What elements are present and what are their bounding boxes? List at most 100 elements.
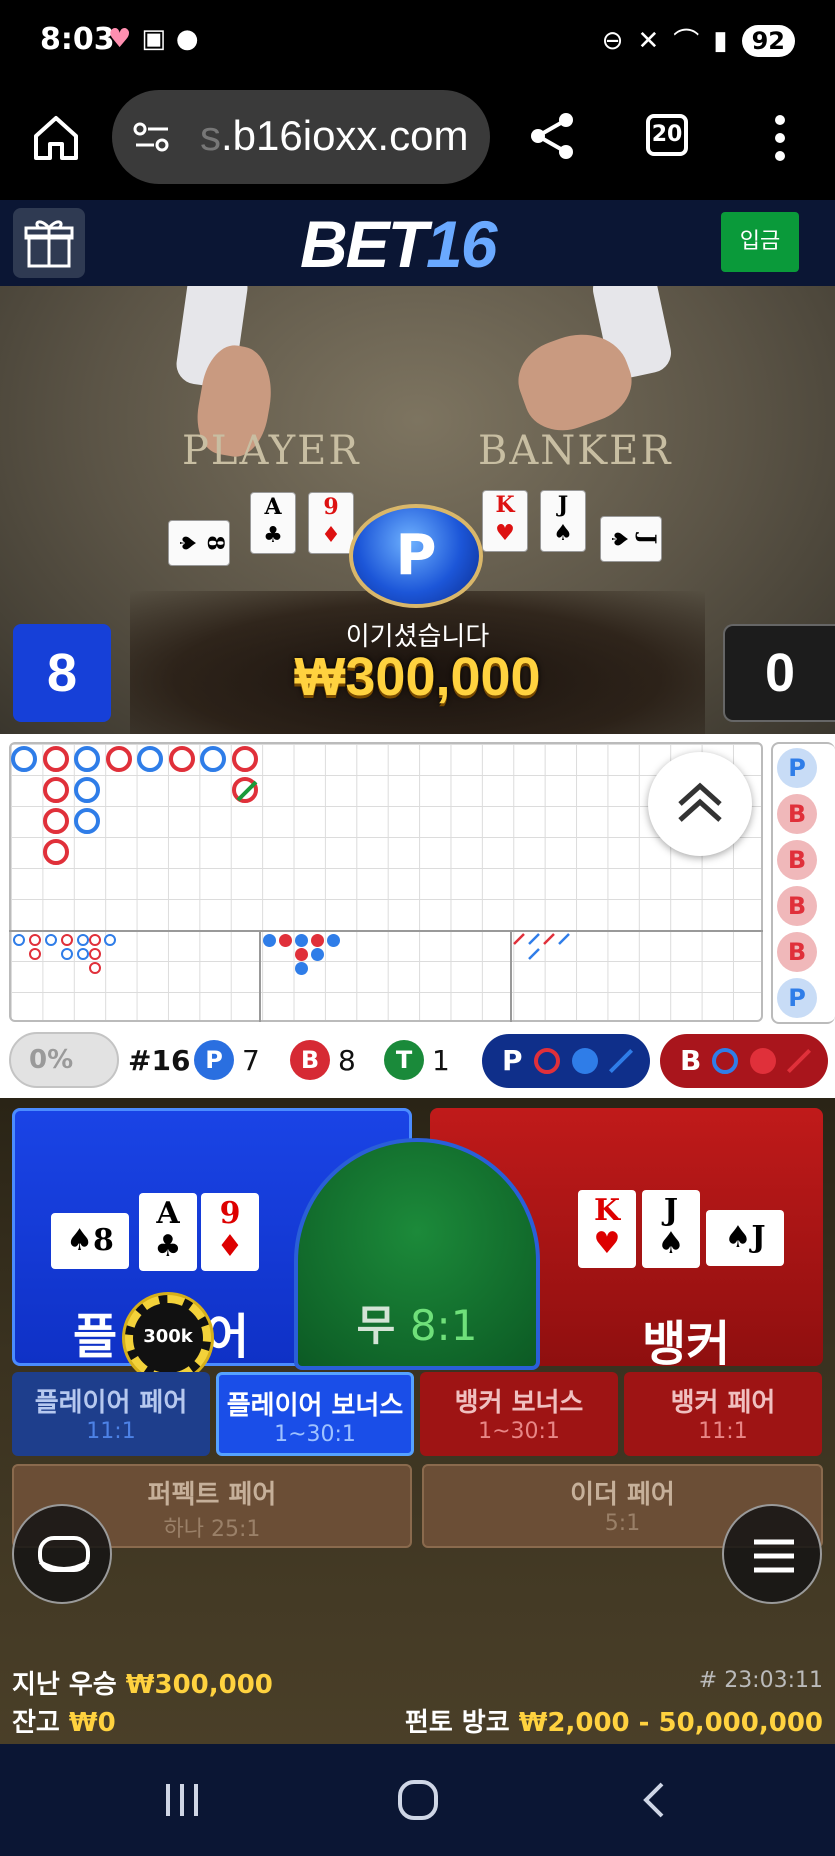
status-notification-icons: ♥ ▣ ● [108,24,199,54]
browser-toolbar: s.b16ioxx.com 20 [0,84,835,200]
more-menu-icon[interactable] [772,112,788,164]
address-bar[interactable]: s.b16ioxx.com [112,90,490,184]
hamburger-menu-icon [754,1539,794,1573]
predict-small-road-icon [750,1048,776,1074]
recent-result-chip: P [777,978,817,1018]
back-icon[interactable] [632,1778,676,1822]
recent-result-chip: P [777,748,817,788]
home-icon[interactable] [30,112,82,164]
live-video: PLAYER BANKER 8 ♠ A ♣ 9 ♦ K ♥ J ♠ J ♠ P 이기셨습니다… [0,286,835,734]
site-header: BET16 입금 [0,200,835,286]
win-percent-toggle[interactable]: 0% [9,1032,119,1088]
road-marker-banker [43,746,69,772]
player-score: 8 [13,624,111,722]
chat-icon [38,1536,90,1572]
derived-road-marker [77,934,89,946]
derived-road-marker [13,934,25,946]
battery-indicator: 92 [741,24,795,57]
player-prediction[interactable]: P [482,1034,650,1088]
banker-card: ♠J [706,1210,784,1266]
derived-road-marker [29,948,41,960]
recent-result-chip: B [777,932,817,972]
recents-icon[interactable] [160,1778,204,1822]
mute-icon: ✕ [637,25,660,56]
betting-area: ♠8 A ♣ 9 ♦ 플 어 300k K ♥ J ♠ ♠J 뱅커 무 8:1 플레이어… [0,1098,835,1744]
banker-card: K ♥ [578,1190,636,1268]
tie-slash-icon [236,780,258,802]
predict-cockroach-icon [608,1048,634,1074]
url-text: s.b16ioxx.com [200,112,469,159]
share-icon[interactable] [528,110,576,162]
derived-road-marker [263,934,276,947]
heart-icon: ♥ [108,24,132,54]
status-right: ⊖ ✕ ⌒ ▮ 92 [602,22,795,59]
chat-button[interactable] [12,1504,112,1604]
derived-road-marker [89,962,101,974]
banker-score: 0 [723,624,835,722]
banker-bonus-bet[interactable]: 뱅커 보너스 1~30:1 [420,1372,618,1456]
derived-road-marker [104,934,116,946]
predict-cockroach-icon [786,1048,812,1074]
derived-road-marker [45,934,57,946]
roadmap-divider [9,930,763,932]
predict-small-road-icon [572,1048,598,1074]
banker-count-chip: B [290,1040,330,1080]
deposit-button[interactable]: 입금 [721,212,799,272]
home-nav-icon[interactable] [394,1776,442,1824]
road-marker-banker [43,839,69,865]
placed-chip[interactable]: 300k [125,1295,211,1381]
banker-card: J ♠ [642,1190,700,1268]
player-pair-bet[interactable]: 플레이어 페어 11:1 [12,1372,210,1456]
player-title-left: 플 [73,1309,118,1365]
derived-road-marker [295,962,308,975]
cockroach-road [513,933,570,960]
gift-icon [24,220,74,268]
scroll-up-button[interactable] [648,752,752,856]
road-marker-banker [232,746,258,772]
road-marker-banker [43,808,69,834]
gift-button[interactable] [13,208,85,278]
road-marker-player [137,746,163,772]
player-bonus-bet[interactable]: 플레이어 보너스 1~30:1 [216,1372,414,1456]
player-card: A ♣ [139,1193,197,1271]
road-marker-player [74,808,100,834]
player-count-chip: P [194,1040,234,1080]
scroll-up-icon [678,782,722,822]
signal-icon: ▮ [713,25,728,56]
site-settings-icon[interactable] [132,120,172,154]
derived-road-marker [61,948,73,960]
road-marker-banker [106,746,132,772]
derived-road-marker [311,948,324,961]
derived-road-marker [295,934,308,947]
derived-road-marker [311,934,324,947]
road-marker-player [11,746,37,772]
menu-button[interactable] [722,1504,822,1604]
wifi-icon: ⌒ [673,28,700,58]
result-badge: P [349,504,483,608]
player-card: ♠8 [51,1213,129,1269]
roadmap-divider [259,930,261,1022]
derived-road-marker [29,934,41,946]
player-count: 7 [242,1044,260,1077]
road-marker-banker [169,746,195,772]
win-amount: ₩300,000 [294,647,541,707]
screenshot-icon: ▣ [141,24,166,54]
derived-road-marker [61,934,73,946]
tabs-icon[interactable]: 20 [646,114,688,156]
road-marker-player [200,746,226,772]
recent-result-chip: B [777,886,817,926]
dnd-icon: ⊖ [601,25,624,56]
banker-pair-bet[interactable]: 뱅커 페어 11:1 [624,1372,822,1456]
table-label-player: PLAYER [182,428,361,474]
banker-prediction[interactable]: B [660,1034,828,1088]
video-card: A ♣ [250,492,296,554]
player-title-right: 어 [205,1309,250,1365]
derived-road-marker [279,934,292,947]
tie-bet-spot[interactable]: 무 8:1 [294,1138,540,1370]
player-card: 9 ♦ [201,1193,259,1271]
site-logo[interactable]: BET16 [300,206,497,282]
round-time: # 23:03:11 [698,1668,823,1693]
balance: 잔고 ₩0 [12,1708,116,1738]
road-marker-player [74,777,100,803]
bet-limits: 펀토 방코 ₩2,000 - 50,000,000 [404,1708,823,1738]
